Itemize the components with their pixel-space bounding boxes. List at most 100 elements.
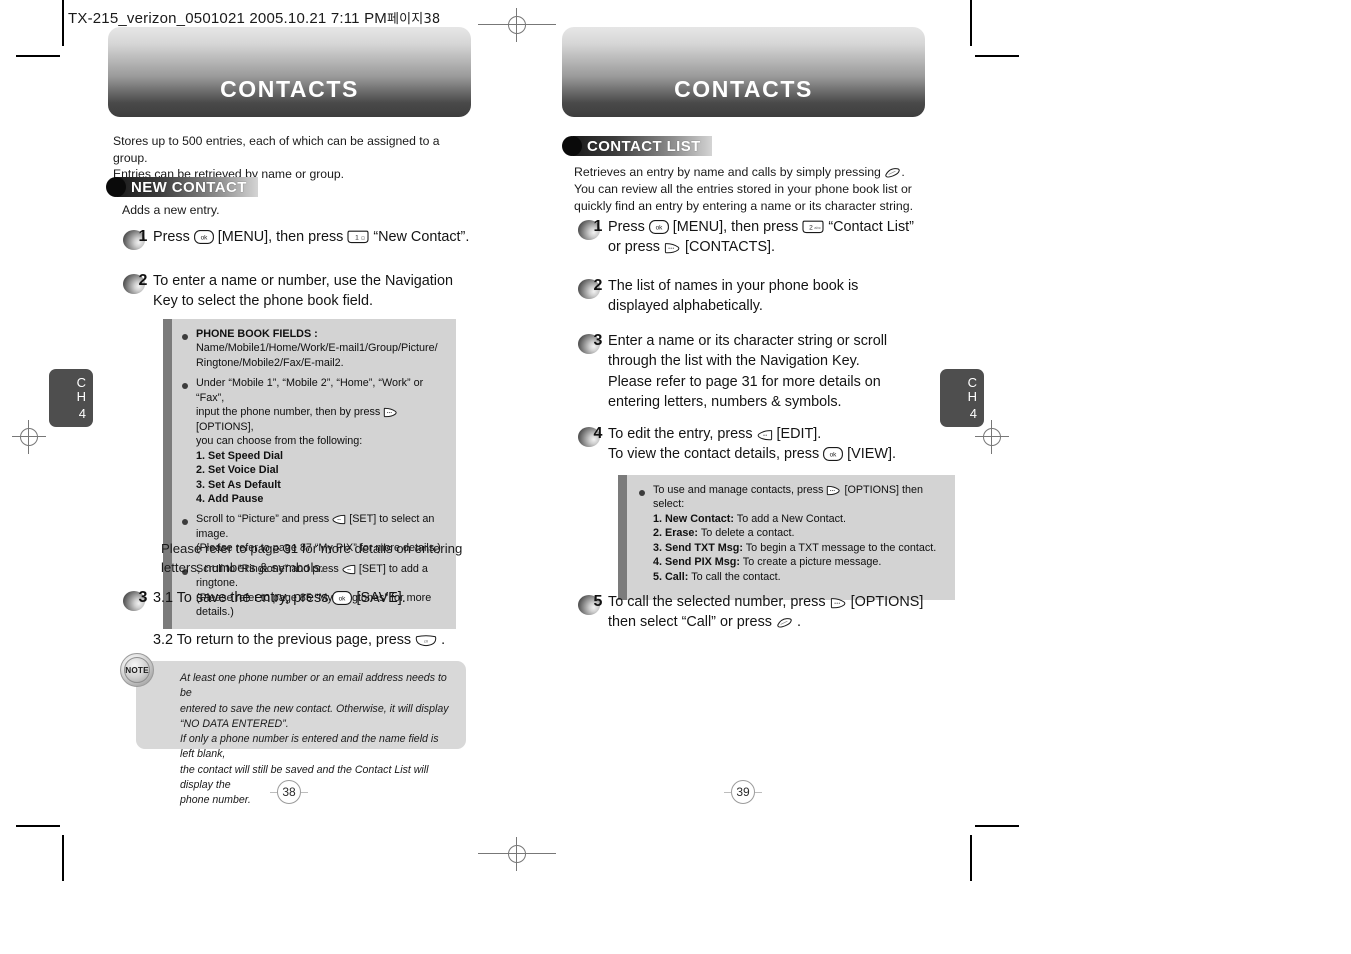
bullet-dot-icon bbox=[182, 327, 196, 344]
options-softkey-icon bbox=[826, 485, 841, 496]
crop-mark-right-top-horizontal bbox=[975, 55, 1019, 57]
right-info-option-3-label: 3. Send TXT Msg: bbox=[653, 541, 743, 554]
right-info-option-1-desc: To add a New Contact. bbox=[734, 512, 847, 525]
right-step-2: 2 The list of names in your phone book i… bbox=[578, 276, 978, 317]
right-page-number: 39 bbox=[724, 780, 762, 804]
options-softkey-icon bbox=[383, 407, 398, 418]
right-step-1-b: [MENU], then press bbox=[672, 219, 799, 235]
left-page-number: 38 bbox=[270, 780, 308, 804]
left-step-1-text-c: “New Contact”. bbox=[369, 229, 470, 245]
right-step-5-text: To call the selected number, press [OPTI… bbox=[608, 592, 923, 633]
crop-mark-right-bottom-horizontal bbox=[975, 825, 1019, 827]
note-badge-label: NOTE bbox=[125, 665, 149, 675]
left-step-2-text: To enter a name or number, use the Navig… bbox=[153, 273, 453, 310]
info-phone-book-fields-line1: Name/Mobile1/Home/Work/E-mail1/Group/Pic… bbox=[196, 342, 438, 355]
right-info-option-2-desc: To delete a contact. bbox=[698, 527, 795, 540]
note-badge-icon: NOTE bbox=[120, 653, 154, 687]
svg-text:abc: abc bbox=[815, 225, 821, 230]
set-softkey-icon bbox=[332, 514, 346, 525]
left-page-banner: CONTACTS bbox=[108, 27, 471, 117]
right-step-5-number: 5 bbox=[593, 593, 603, 610]
crop-mark-left-top-horizontal bbox=[16, 55, 60, 57]
right-info-option-2: 2. Erase: To delete a contact. bbox=[653, 527, 794, 539]
bullet-dot-icon bbox=[182, 376, 196, 393]
section-header-new-contact: NEW CONTACT bbox=[106, 177, 258, 197]
registration-mark-left bbox=[12, 420, 46, 454]
ok-key-icon: ok bbox=[193, 230, 214, 244]
info-box-accent-bar bbox=[163, 319, 172, 629]
bullet-dot-icon bbox=[182, 512, 196, 529]
right-step-5-d: . bbox=[796, 614, 801, 631]
section-header-contact-list-label: CONTACT LIST bbox=[587, 137, 701, 155]
right-lead-text: Retrieves an entry by name and calls by … bbox=[574, 164, 974, 215]
right-step-1: 1 Press ok [MENU], then press 2 abc “Cont… bbox=[578, 217, 978, 258]
right-page-banner: CONTACTS bbox=[562, 27, 925, 117]
right-info-option-5-label: 5. Call: bbox=[653, 570, 689, 583]
info-mobile-options-line3: you can choose from the following: bbox=[196, 435, 363, 448]
info-phone-book-fields-title: PHONE BOOK FIELDS : bbox=[196, 328, 318, 340]
right-lead-rest: You can review all the entries stored in… bbox=[574, 181, 914, 213]
left-step-3: 3 3.1 To save the entry, press ok [SAVE]… bbox=[123, 588, 523, 651]
right-step-3: 3 Enter a name or its character string o… bbox=[578, 331, 978, 413]
options-softkey-icon bbox=[830, 597, 847, 609]
right-page-number-value: 39 bbox=[731, 780, 755, 804]
right-step-4: 4 To edit the entry, press [EDIT]. To vi… bbox=[578, 424, 978, 465]
right-step-4-text: To edit the entry, press [EDIT]. To view… bbox=[608, 424, 896, 465]
edit-softkey-icon bbox=[757, 429, 773, 441]
right-step-1-e: [CONTACTS]. bbox=[684, 239, 776, 256]
registration-mark-bottom bbox=[478, 837, 556, 871]
step-badge-icon: 3 bbox=[578, 332, 608, 357]
left-step-3-line2-a: 3.2 To return to the previous page, pres… bbox=[153, 632, 412, 649]
proof-header: TX-215_verizon_0501021 2005.10.21 7:11 P… bbox=[68, 8, 440, 27]
proof-header-korean: 페이지38 bbox=[386, 12, 441, 27]
info-item-phone-book-fields: PHONE BOOK FIELDS : Name/Mobile1/Home/Wo… bbox=[182, 327, 448, 370]
right-info-option-4-desc: To create a picture message. bbox=[740, 556, 882, 569]
info-option-2: 2. Set Voice Dial bbox=[196, 464, 279, 477]
left-chapter-tab-line1: C bbox=[76, 375, 86, 390]
ok-key-icon: ok bbox=[648, 220, 669, 234]
left-step-3-line1-b: [SAVE]. bbox=[356, 590, 406, 606]
left-step-1-number: 1 bbox=[138, 228, 148, 245]
left-step-1-text-b: [MENU], then press bbox=[213, 229, 348, 245]
left-step-3-number: 3 bbox=[138, 589, 148, 606]
options-softkey-icon bbox=[664, 242, 681, 254]
step-badge-icon: 4 bbox=[578, 425, 608, 450]
info-item-manage-contacts: To use and manage contacts, press [OPTIO… bbox=[639, 483, 945, 584]
step-badge-icon: 2 bbox=[578, 277, 608, 302]
left-lead-text: Stores up to 500 entries, each of which … bbox=[113, 134, 440, 182]
right-step-1-c: “Contact List” bbox=[828, 219, 914, 235]
info-picture-pre: Scroll to “Picture” and press bbox=[196, 513, 330, 526]
svg-text:ok: ok bbox=[830, 452, 838, 459]
right-banner-title: CONTACTS bbox=[674, 76, 813, 102]
right-step-1-number: 1 bbox=[593, 218, 603, 235]
right-info-option-1: 1. New Contact: To add a New Contact. bbox=[653, 513, 846, 525]
left-step-2: 2 To enter a name or number, use the Nav… bbox=[123, 271, 513, 312]
left-info-box: PHONE BOOK FIELDS : Name/Mobile1/Home/Wo… bbox=[163, 319, 456, 629]
step-badge-icon: 1 bbox=[578, 218, 608, 243]
right-step-2-number: 2 bbox=[593, 277, 603, 294]
bullet-circle-icon bbox=[562, 136, 582, 156]
right-step-5-b: [OPTIONS] bbox=[850, 594, 924, 610]
left-note-box: At least one phone number or an email ad… bbox=[136, 661, 466, 806]
right-info-option-3: 3. Send TXT Msg: To begin a TXT message … bbox=[653, 542, 936, 554]
left-step-3-line1: 3.1 To save the entry, press ok [SAVE]. bbox=[153, 588, 445, 608]
left-chapter-tab-line2: H bbox=[76, 389, 86, 404]
svg-text:1: 1 bbox=[356, 234, 360, 241]
svg-text:ok: ok bbox=[339, 596, 347, 603]
info-box-accent-bar bbox=[618, 475, 627, 601]
section-header-new-contact-label: NEW CONTACT bbox=[131, 178, 247, 196]
right-step-4-c: To view the contact details, press bbox=[608, 446, 820, 463]
right-step-4-number: 4 bbox=[593, 425, 603, 442]
right-step-3-text: Enter a name or its character string or … bbox=[608, 333, 888, 411]
clear-key-icon: clr bbox=[415, 634, 437, 647]
manual-spread: TX-215_verizon_0501021 2005.10.21 7:11 P… bbox=[0, 0, 1351, 954]
crop-mark-bottom-right-vertical bbox=[970, 835, 972, 881]
svg-text:clr: clr bbox=[424, 639, 429, 644]
right-info-option-2-label: 2. Erase: bbox=[653, 527, 699, 540]
right-step-1-a: Press bbox=[608, 219, 645, 235]
right-step-4-d: [VIEW]. bbox=[847, 446, 896, 463]
right-step-5-a: To call the selected number, press bbox=[608, 594, 826, 610]
info-option-1: 1. Set Speed Dial bbox=[196, 449, 284, 462]
step-badge-icon: 1 bbox=[123, 228, 153, 253]
right-step-1-text: Press ok [MENU], then press 2 abc “Contac… bbox=[608, 217, 914, 258]
